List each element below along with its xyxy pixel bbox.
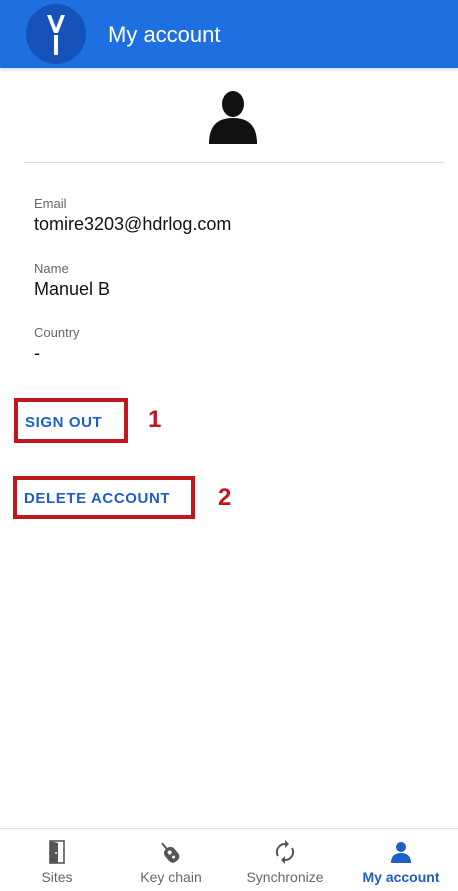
app-bar: My account: [0, 0, 458, 68]
nav-label-key-chain: Key chain: [140, 869, 202, 885]
person-icon: [391, 842, 411, 863]
email-label: Email: [34, 196, 67, 211]
logo-icon: [47, 15, 65, 55]
nav-label-my-account: My account: [362, 869, 440, 885]
nav-item-my-account[interactable]: My account: [344, 829, 458, 891]
sync-icon: [275, 840, 295, 864]
sign-out-button[interactable]: SIGN OUT: [25, 414, 102, 431]
country-label: Country: [34, 325, 80, 340]
nav-item-key-chain[interactable]: Key chain: [114, 829, 228, 891]
page-title: My account: [108, 22, 221, 47]
nav-item-sites[interactable]: Sites: [0, 829, 114, 891]
nav-label-synchronize: Synchronize: [246, 869, 324, 885]
avatar-person-icon: [209, 91, 257, 144]
country-value: -: [34, 343, 40, 363]
name-value: Manuel B: [34, 279, 111, 299]
annotation-number-1: 1: [148, 406, 162, 433]
email-value: tomire3203@hdrlog.com: [34, 214, 232, 234]
key-chain-icon: [161, 842, 180, 863]
delete-account-button[interactable]: DELETE ACCOUNT: [24, 490, 170, 507]
door-icon: [49, 840, 65, 864]
name-label: Name: [34, 261, 69, 276]
annotation-number-2: 2: [218, 484, 232, 511]
nav-item-synchronize[interactable]: Synchronize: [228, 829, 342, 891]
divider: [24, 162, 444, 163]
nav-label-sites: Sites: [41, 869, 73, 885]
app-logo: [26, 4, 86, 64]
bottom-navigation: Sites Key chain Synchronize My account: [0, 828, 458, 891]
